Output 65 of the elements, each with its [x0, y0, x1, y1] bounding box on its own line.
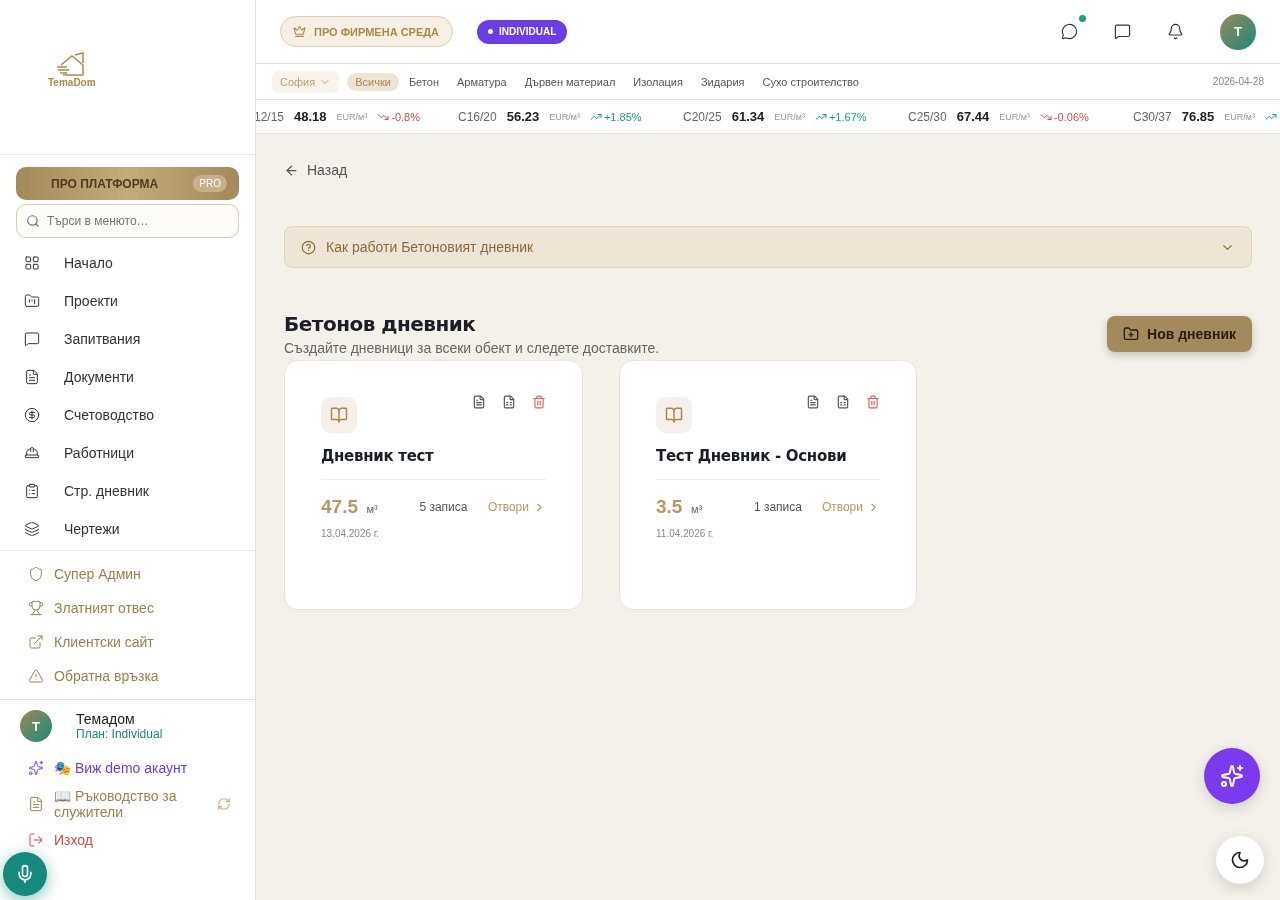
entry-count: 1 записа	[753, 500, 803, 514]
journal-date: 11.04.2026 г.	[656, 528, 715, 539]
sidebar-item[interactable]: Документи	[0, 358, 255, 396]
help-accordion[interactable]: Как работи Бетоновият дневник	[284, 226, 1252, 268]
category-tab[interactable]: Арматура	[448, 72, 515, 91]
volume-unit: м³	[366, 503, 378, 515]
sidebar-link[interactable]: Обратна връзка	[0, 659, 255, 693]
price-unit: EUR/м³	[549, 111, 580, 122]
sidebar-item[interactable]: Стр. дневник	[0, 472, 255, 510]
price: 56.23	[506, 109, 540, 124]
sidebar-item[interactable]: Запитвания	[0, 320, 255, 358]
concrete-class: C30/37	[1133, 109, 1172, 124]
guide-link[interactable]: 📖 Ръководство за служители	[0, 784, 255, 824]
user-name: Темадом	[76, 711, 136, 727]
category-tab[interactable]: Бетон	[400, 72, 447, 91]
category-tab[interactable]: Сухо строителство	[754, 72, 867, 91]
page-subtitle: Създайте дневници за всеки обект и следете доставките.	[284, 340, 660, 356]
sidebar-item[interactable]: Проекти	[0, 282, 255, 320]
menu-search-field[interactable]: Търси в менюто…	[16, 204, 239, 238]
user-avatar[interactable]: T	[1220, 13, 1256, 50]
sidebar-item[interactable]: Начало	[0, 244, 255, 282]
price-change: +1.85%	[603, 110, 642, 123]
journal-volume: 47.5	[321, 496, 358, 517]
sidebar-link[interactable]: Златният отвес	[0, 591, 255, 625]
entry-count: 5 записа	[419, 500, 469, 514]
logout-link[interactable]: Изход	[0, 824, 255, 856]
pro-platform-button[interactable]: ПРО ПЛАТФОРМА PRO	[16, 167, 239, 200]
price: 61.34	[731, 109, 765, 124]
price-change: -0.8%	[391, 110, 420, 123]
journal-volume: 3.5	[656, 496, 683, 517]
category-tab[interactable]: Зидария	[692, 72, 753, 91]
concrete-class: C16/20	[458, 109, 497, 124]
journal-name: Дневник тест	[321, 447, 546, 480]
price-unit: EUR/м³	[1224, 111, 1255, 122]
new-journal-button[interactable]: Нов дневник	[1107, 316, 1252, 352]
category-tab[interactable]: Дървен материал	[516, 72, 624, 91]
back-link[interactable]: Назад	[284, 162, 1252, 178]
page-title: Бетонов дневник	[284, 312, 477, 336]
concrete-class: C25/30	[908, 109, 947, 124]
journal-date: 13.04.2026 г.	[321, 528, 381, 539]
user-plan: План: Individual	[76, 727, 163, 741]
sidebar-item[interactable]: Работници	[0, 434, 255, 472]
price-unit: EUR/м³	[336, 111, 368, 122]
price-unit: EUR/м³	[999, 111, 1030, 122]
price-change: -0.06%	[1053, 110, 1089, 123]
sidebar-item[interactable]: Чертежи	[0, 510, 255, 548]
volume-unit: м³	[690, 503, 703, 515]
price: 76.85	[1181, 109, 1215, 124]
market-date: 2026-04-28	[1212, 76, 1264, 87]
pro-badge: PRO	[193, 175, 227, 192]
price: 48.18	[294, 109, 327, 124]
demo-link[interactable]: 🎭 Виж demo акаунт	[0, 752, 255, 784]
plan-badge: INDIVIDUAL	[477, 19, 568, 44]
user-avatar: T	[20, 710, 52, 742]
price: 67.44	[956, 109, 990, 124]
journal-name: Тест Дневник - Основи	[656, 447, 880, 480]
temadom-logo: TemaDom	[48, 50, 96, 88]
category-tab[interactable]: Изолация	[625, 72, 691, 91]
sidebar-link[interactable]: Клиентски сайт	[0, 625, 255, 659]
price-unit: EUR/м³	[774, 111, 805, 122]
pro-environment-badge: ПРО ФИРМЕНА СРЕДА	[280, 16, 454, 47]
price-change: +1.67%	[828, 110, 867, 123]
sidebar-link[interactable]: Супер Админ	[0, 557, 255, 591]
concrete-class: C20/25	[683, 109, 722, 124]
sidebar-item[interactable]: Счетоводство	[0, 396, 255, 434]
